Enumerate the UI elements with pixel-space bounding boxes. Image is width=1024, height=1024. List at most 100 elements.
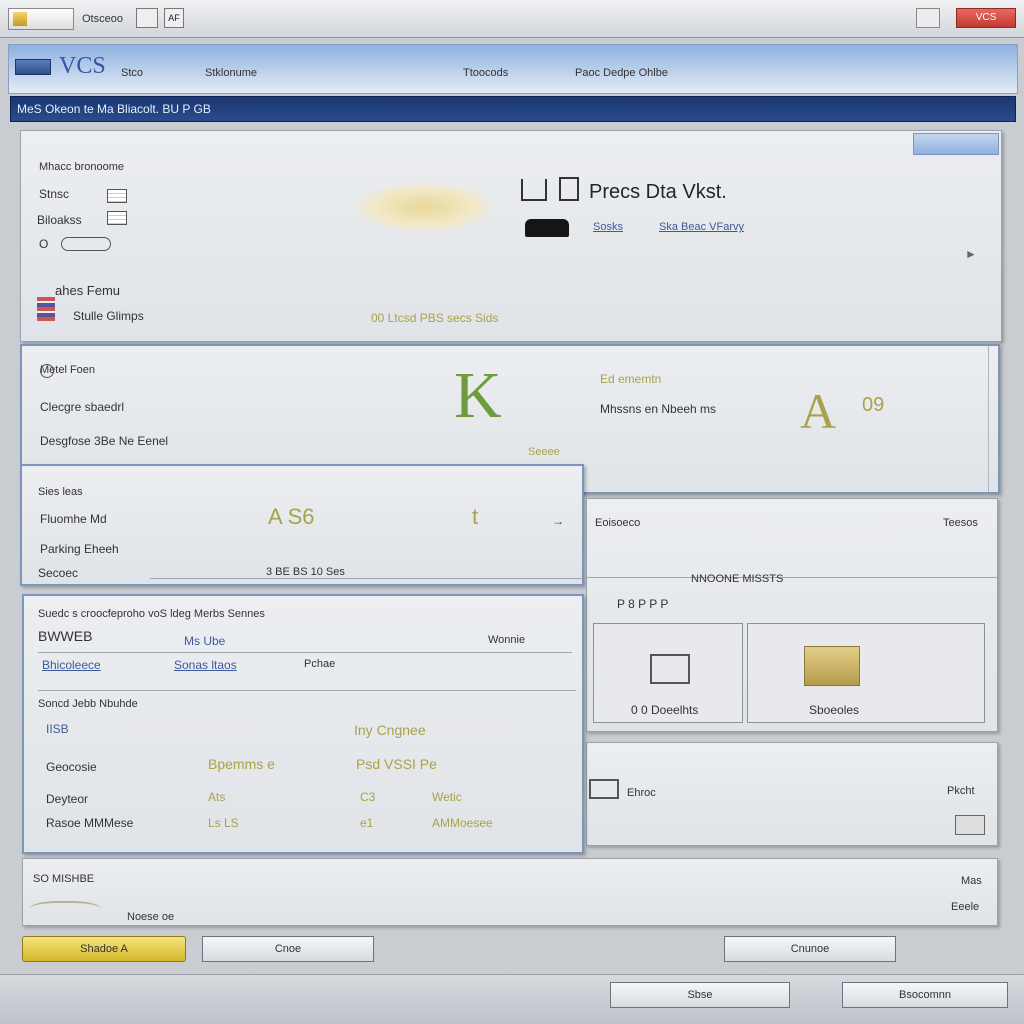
diag-field-1: BWWEB [38, 628, 93, 644]
wing-badge-icon [29, 901, 101, 921]
gauge-icon [521, 179, 547, 201]
diag-header: Suedc s croocfeproho voS ldeg Merbs Senn… [38, 608, 265, 620]
diag-row-c-value-3: AMMoesee [432, 816, 493, 830]
module-letter-k: K [454, 359, 502, 432]
sensor-header: Sies leas [38, 486, 83, 498]
diag-input-3: Pchae [304, 658, 336, 670]
log-right-2: Eeele [951, 901, 980, 913]
sensor-row-3: Secoec [38, 566, 79, 580]
vehicle-checkbox-1[interactable] [107, 189, 127, 203]
sensor-arrow-icon[interactable]: → [552, 514, 564, 528]
secondary-button[interactable]: Cnoe [202, 936, 374, 962]
diag-row-a-value-2: Psd VSSI Pe [356, 756, 437, 772]
vehicle-field-3: O [39, 237, 49, 251]
right-panel: Eoisoeco Teesos NNOONE MISSTS P 8 P P P … [586, 498, 998, 732]
image-box-2[interactable] [747, 623, 985, 723]
sensor-bottom-row: 3 BE BS 10 Ses [266, 566, 345, 578]
vehicle-link-2[interactable]: Ska Beac VFarvy [659, 221, 744, 233]
vehicle-title: Precs Dta Vkst. [589, 181, 727, 203]
menu-bar: VCS Stco Stklonume Ttoocods Paoc Dedpe O… [8, 44, 1018, 94]
scroll-handle[interactable] [988, 346, 996, 492]
app-icon [8, 8, 74, 30]
bottom-left-button[interactable]: Sbse [610, 982, 790, 1008]
diag-field-3: Wonnie [488, 634, 526, 646]
photo-icon [804, 646, 860, 686]
diag-row-b-label: Deyteor [46, 792, 89, 806]
vcs-logo: VCS [59, 53, 106, 79]
module-row-2: Desgfose 3Be Ne Eenel [40, 434, 169, 448]
toolbar-button-2[interactable]: AF [164, 8, 184, 28]
log-header: SO MISHBE [33, 873, 95, 885]
right-grid-label: NNOONE MISSTS [691, 573, 784, 585]
diag-gold-1: Iny Cngnee [354, 722, 426, 738]
diag-row-b-value-3: Wetic [432, 790, 462, 804]
module-small-code: Seeee [528, 446, 560, 458]
bottom-right-button[interactable]: Bsocomnn [842, 982, 1008, 1008]
title-bar: Otsceoo AF VCS [0, 0, 1024, 38]
battery-icon [589, 779, 619, 799]
flag-icon [37, 297, 55, 321]
diag-row-b-value-1: Ats [208, 790, 226, 804]
document-icon [559, 177, 579, 201]
status-strip: MeS Okeon te Ma Bliacolt. BU P GB [10, 96, 1016, 122]
key-icon [61, 237, 111, 251]
window-title: Otsceoo [82, 13, 123, 25]
footer-image-icon [955, 815, 985, 835]
diag-row-a-label: Geocosie [46, 760, 97, 774]
vehicle-section-label: ahes Femu [55, 283, 121, 298]
diagnostic-panel: Suedc s croocfeproho voS ldeg Merbs Senn… [22, 594, 584, 854]
vcs-logo-icon [15, 59, 51, 75]
module-code: A [800, 383, 837, 439]
diag-field-2: Ms Ube [184, 634, 226, 648]
menu-item-stklonume[interactable]: Stklonume [205, 67, 257, 79]
right-header-left: Eoisoeco [595, 517, 641, 529]
diag-row-b-value-2: C3 [360, 790, 376, 804]
arrow-right-icon[interactable]: ► [965, 247, 977, 261]
diag-row-c-value-1: Ls LS [208, 816, 239, 830]
right-row-labels: P 8 P P P [617, 597, 669, 611]
vehicle-header: Mhacc bronoome [39, 161, 124, 173]
log-sub: Noese oe [127, 911, 175, 923]
menu-item-paoc[interactable]: Paoc Dedpe Ohlbe [575, 67, 668, 79]
right-footer-panel: Ehroc Pkcht [586, 742, 998, 846]
right-header-right: Teesos [943, 517, 978, 529]
sensor-value-1: A S6 [268, 504, 315, 529]
diag-item-1: IISB [46, 722, 69, 736]
vehicle-link-1[interactable]: Sosks [593, 221, 623, 233]
toolbar-button-1[interactable] [136, 8, 158, 28]
module-row-1: Clecgre sbaedrl [40, 400, 125, 414]
module-col-value: Mhssns en Nbeeh ms [600, 402, 717, 416]
primary-button[interactable]: Shadoe A [22, 936, 186, 962]
right-box-1-label: 0 0 Doeelhts [631, 703, 699, 717]
module-code-2: 09 [862, 394, 885, 416]
right-footer-right: Pkcht [947, 785, 975, 797]
info-icon [40, 364, 54, 378]
diag-divider-1 [38, 652, 572, 653]
panel-tab[interactable] [913, 133, 999, 155]
module-col-label: Ed ememtn [600, 372, 662, 386]
vehicle-checkbox-2[interactable] [107, 211, 127, 225]
wing-logo-icon [351, 181, 497, 233]
restore-button[interactable] [916, 8, 940, 28]
menu-item-stco[interactable]: Stco [121, 67, 143, 79]
close-button[interactable]: VCS [956, 8, 1016, 28]
vehicle-field-1: Stnsc [39, 187, 70, 201]
vehicle-section-value: Stulle Glimps [73, 309, 144, 323]
folder-icon [13, 12, 27, 26]
vehicle-field-2: Biloakss [37, 213, 82, 227]
status-text: MeS Okeon te Ma Bliacolt. BU P GB [17, 102, 211, 116]
sensor-row-1: Fluomhe Md [40, 512, 107, 526]
diag-row-a-value-1: Bpemms e [208, 756, 275, 772]
diag-row-c-value-2: e1 [360, 816, 374, 830]
vehicle-footer: 00 Ltcsd PBS secs Sids [371, 311, 499, 325]
menu-item-ttoocods[interactable]: Ttoocods [463, 67, 508, 79]
sensor-divider [150, 578, 582, 579]
right-divider [587, 577, 997, 578]
car-icon [525, 219, 569, 237]
third-button[interactable]: Cnunoe [724, 936, 896, 962]
diag-row-c-label: Rasoe MMMese [46, 816, 134, 830]
vehicle-panel: Mhacc bronoome Stnsc Biloakss O ahes Fem… [20, 130, 1002, 342]
diag-input-2[interactable]: Sonas ltaos [174, 658, 237, 672]
device-icon [650, 654, 690, 684]
diag-input-1[interactable]: Bhicoleece [42, 658, 101, 672]
